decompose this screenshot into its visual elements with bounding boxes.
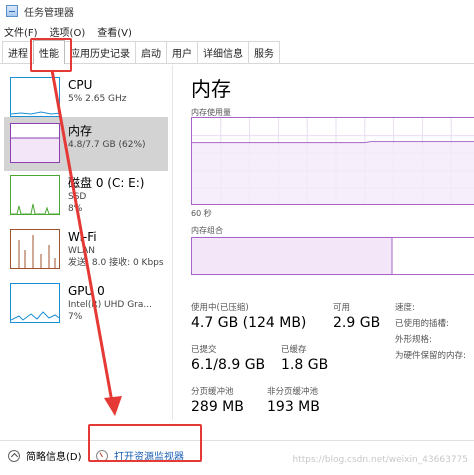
tab-performance[interactable]: 性能 bbox=[33, 40, 65, 64]
sidebar-item-gpu[interactable]: GPU 0 Intel(R) UHD Gra... 7% bbox=[4, 277, 168, 331]
watermark: https://blog.csdn.net/weixin_43663775 bbox=[292, 455, 468, 465]
cached-label: 已缓存 bbox=[281, 345, 307, 355]
sidebar-item-subtitle: SSD bbox=[68, 192, 87, 202]
sidebar-item-disk[interactable]: 磁盘 0 (C: E:) SSD 8% bbox=[4, 169, 168, 223]
performance-sidebar: CPU 5% 2.65 GHz 内存 4.8/7.7 GB (62%) 磁盘 0… bbox=[0, 65, 172, 420]
wifi-mini-graph bbox=[10, 229, 60, 269]
sidebar-item-subtitle: 5% 2.65 GHz bbox=[68, 94, 127, 104]
committed-label: 已提交 bbox=[191, 345, 217, 355]
sidebar-item-subtitle-2: 发送: 8.0 接收: 0 Kbps bbox=[68, 258, 164, 268]
task-manager-icon bbox=[6, 5, 18, 17]
hardware-reserved-label: 为硬件保留的内存: bbox=[395, 351, 466, 361]
gpu-mini-graph bbox=[10, 283, 60, 323]
committed-value: 6.1/8.9 GB bbox=[191, 357, 266, 373]
tab-processes[interactable]: 进程 bbox=[2, 41, 34, 63]
in-use-value: 4.7 GB (124 MB) bbox=[191, 315, 307, 331]
in-use-label: 使用中(已压缩) bbox=[191, 303, 249, 313]
tab-details[interactable]: 详细信息 bbox=[197, 41, 249, 63]
sidebar-item-title: 内存 bbox=[68, 124, 93, 138]
tab-services[interactable]: 服务 bbox=[248, 41, 280, 63]
chevron-up-icon bbox=[8, 449, 20, 462]
menu-view[interactable]: 查看(V) bbox=[97, 24, 132, 39]
menu-bar: 文件(F) 选项(O) 查看(V) bbox=[0, 22, 474, 40]
disk-mini-graph bbox=[10, 175, 60, 215]
sidebar-item-memory[interactable]: 内存 4.8/7.7 GB (62%) bbox=[4, 117, 168, 171]
sidebar-item-title: GPU 0 bbox=[68, 284, 105, 298]
sidebar-item-subtitle: 4.8/7.7 GB (62%) bbox=[68, 140, 146, 150]
memory-mini-graph bbox=[10, 123, 60, 163]
nonpaged-pool-value: 193 MB bbox=[267, 399, 320, 415]
tab-startup[interactable]: 启动 bbox=[135, 41, 167, 63]
page-title: 内存 bbox=[191, 77, 231, 101]
composition-graph-label: 内存组合 bbox=[191, 226, 223, 235]
sidebar-item-wifi[interactable]: Wi-Fi WLAN 发送: 8.0 接收: 0 Kbps bbox=[4, 223, 168, 277]
resource-monitor-icon bbox=[96, 449, 108, 462]
sidebar-item-subtitle-2: 7% bbox=[68, 312, 83, 322]
memory-detail-panel: 内存 内存使用量 60 秒 内存组合 使用中(已压缩) 4.7 GB (124 … bbox=[172, 65, 474, 420]
time-axis-label: 60 秒 bbox=[191, 209, 212, 218]
memory-composition-graph bbox=[191, 237, 474, 275]
footer-bar: 简略信息(D) 打开资源监视器 https://blog.csdn.net/we… bbox=[0, 440, 474, 475]
available-value: 2.9 GB bbox=[333, 315, 381, 331]
menu-file[interactable]: 文件(F) bbox=[4, 24, 38, 39]
open-resource-monitor-link[interactable]: 打开资源监视器 bbox=[96, 448, 184, 463]
sidebar-item-subtitle: Intel(R) UHD Gra... bbox=[68, 300, 152, 310]
sidebar-item-subtitle: WLAN bbox=[68, 246, 96, 256]
slots-used-label: 已使用的插槽: bbox=[395, 319, 449, 329]
fewer-details-label: 简略信息(D) bbox=[26, 452, 82, 463]
memory-usage-graph bbox=[191, 117, 474, 205]
sidebar-item-title: CPU bbox=[68, 78, 93, 92]
sidebar-item-title: 磁盘 0 (C: E:) bbox=[68, 176, 145, 190]
nonpaged-pool-label: 非分页缓冲池 bbox=[267, 387, 319, 397]
fewer-details-button[interactable]: 简略信息(D) bbox=[8, 448, 82, 463]
memory-usage-graph-svg bbox=[192, 118, 474, 204]
speed-label: 速度: bbox=[395, 303, 415, 313]
available-label: 可用 bbox=[333, 303, 351, 313]
sidebar-item-subtitle-2: 8% bbox=[68, 204, 83, 214]
tab-app-history[interactable]: 应用历史记录 bbox=[64, 41, 136, 63]
menu-options[interactable]: 选项(O) bbox=[50, 24, 86, 39]
sidebar-item-title: Wi-Fi bbox=[68, 230, 97, 244]
open-resource-monitor-label: 打开资源监视器 bbox=[114, 452, 184, 463]
memory-usage-line bbox=[192, 141, 474, 144]
tab-users[interactable]: 用户 bbox=[166, 41, 198, 63]
title-bar: 任务管理器 bbox=[0, 0, 474, 22]
paged-pool-value: 289 MB bbox=[191, 399, 244, 415]
paged-pool-label: 分页缓冲池 bbox=[191, 387, 234, 397]
cpu-mini-graph bbox=[10, 77, 60, 117]
window-title: 任务管理器 bbox=[24, 7, 74, 19]
form-factor-label: 外形规格: bbox=[395, 335, 432, 345]
memory-usage-area bbox=[192, 142, 474, 204]
cached-value: 1.8 GB bbox=[281, 357, 329, 373]
tab-bar: 进程 性能 应用历史记录 启动 用户 详细信息 服务 bbox=[0, 40, 474, 64]
